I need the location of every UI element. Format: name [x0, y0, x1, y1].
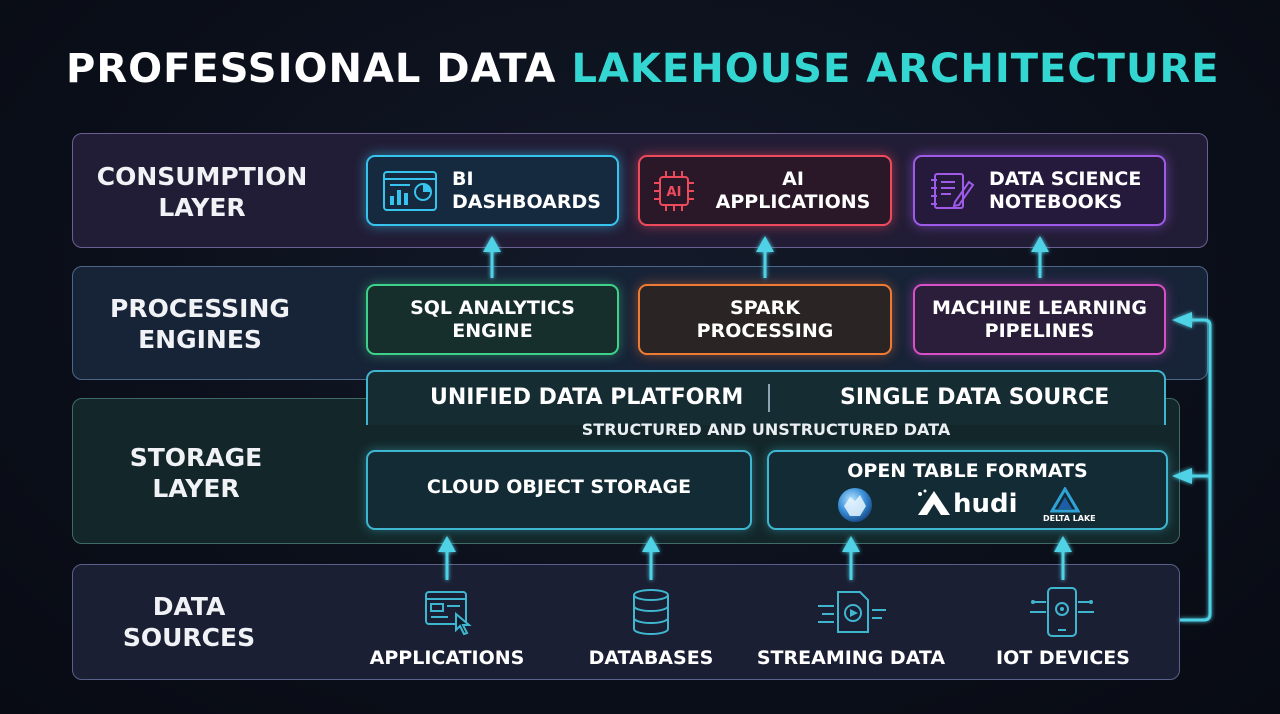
consumption-label-line1: CONSUMPTION: [96, 162, 308, 191]
storage-label-line2: LAYER: [152, 474, 240, 503]
consumption-label-line2: LAYER: [158, 193, 246, 222]
ds-line1: DATA SCIENCE: [989, 167, 1142, 190]
ai-applications-box[interactable]: AI AI APPLICATIONS: [638, 155, 892, 226]
sql-line2: ENGINE: [452, 319, 533, 342]
processing-label-line1: PROCESSING: [110, 294, 290, 323]
unified-platform-label: UNIFIED DATA PLATFORM: [430, 385, 744, 410]
hudi-logo-icon: [918, 489, 950, 515]
cloud-storage-label: CLOUD OBJECT STORAGE: [426, 476, 692, 498]
ai-chip-text: AI: [667, 185, 682, 200]
sql-line1: SQL ANALYTICS: [410, 296, 575, 319]
ml-line1: MACHINE LEARNING: [932, 296, 1147, 319]
ai-line2: APPLICATIONS: [715, 190, 871, 213]
bi-line1: BI: [452, 167, 474, 190]
processing-label-line2: ENGINES: [138, 325, 262, 354]
sources-label-line1: DATA: [152, 592, 226, 621]
unified-separator: [768, 384, 770, 412]
delta-lake-logo-icon: [1050, 487, 1080, 513]
applications-label: APPLICATIONS: [369, 647, 525, 669]
databases-label: DATABASES: [588, 647, 714, 669]
iceberg-logo-icon: [838, 488, 872, 522]
ml-line2: PIPELINES: [984, 319, 1095, 342]
notebook-icon: [931, 172, 975, 209]
storage-layer-label: STORAGE LAYER: [92, 442, 300, 504]
unified-data-platform-box[interactable]: UNIFIED DATA PLATFORM SINGLE DATA SOURCE: [366, 370, 1166, 425]
database-icon: [633, 589, 669, 635]
iot-devices-label: IOT DEVICES: [996, 647, 1130, 669]
storage-label-line1: STORAGE: [129, 443, 263, 472]
sources-label-line2: SOURCES: [122, 623, 256, 652]
sources-layer-label: DATA SOURCES: [92, 591, 286, 653]
structured-data-label: STRUCTURED AND UNSTRUCTURED DATA: [581, 420, 951, 439]
ds-line2: NOTEBOOKS: [989, 190, 1123, 213]
ml-pipelines-box[interactable]: MACHINE LEARNING PIPELINES: [913, 284, 1166, 355]
ai-line1: AI: [782, 167, 804, 190]
single-source-label: SINGLE DATA SOURCE: [840, 385, 1110, 410]
iot-device-icon: [1030, 587, 1094, 637]
ai-chip-icon: AI: [654, 170, 694, 211]
sql-analytics-engine-box[interactable]: SQL ANALYTICS ENGINE: [366, 284, 619, 355]
streaming-data-label: STREAMING DATA: [756, 647, 946, 669]
bi-line2: DASHBOARDS: [452, 190, 601, 213]
processing-layer-label: PROCESSING ENGINES: [92, 293, 308, 355]
streaming-data-icon: [818, 591, 886, 633]
data-science-notebooks-box[interactable]: DATA SCIENCE NOTEBOOKS: [913, 155, 1166, 226]
open-table-formats-label: OPEN TABLE FORMATS: [847, 460, 1088, 482]
dashboard-icon: [383, 170, 437, 211]
spark-processing-box[interactable]: SPARK PROCESSING: [638, 284, 892, 355]
application-window-icon: [425, 591, 472, 636]
consumption-layer-label: CONSUMPTION LAYER: [92, 161, 312, 223]
title-part2: LAKEHOUSE ARCHITECTURE: [571, 46, 1220, 92]
cloud-object-storage-box[interactable]: CLOUD OBJECT STORAGE: [366, 450, 752, 530]
spark-line1: SPARK: [730, 296, 800, 319]
title-part1: PROFESSIONAL DATA: [66, 46, 557, 92]
hudi-logo-text: hudi: [953, 489, 1018, 519]
bi-dashboards-box[interactable]: BI DASHBOARDS: [366, 155, 619, 226]
spark-line2: PROCESSING: [696, 319, 834, 342]
diagram-title: PROFESSIONAL DATA LAKEHOUSE ARCHITECTURE: [66, 46, 1220, 92]
delta-lake-logo-text: DELTA LAKE: [1043, 514, 1096, 523]
